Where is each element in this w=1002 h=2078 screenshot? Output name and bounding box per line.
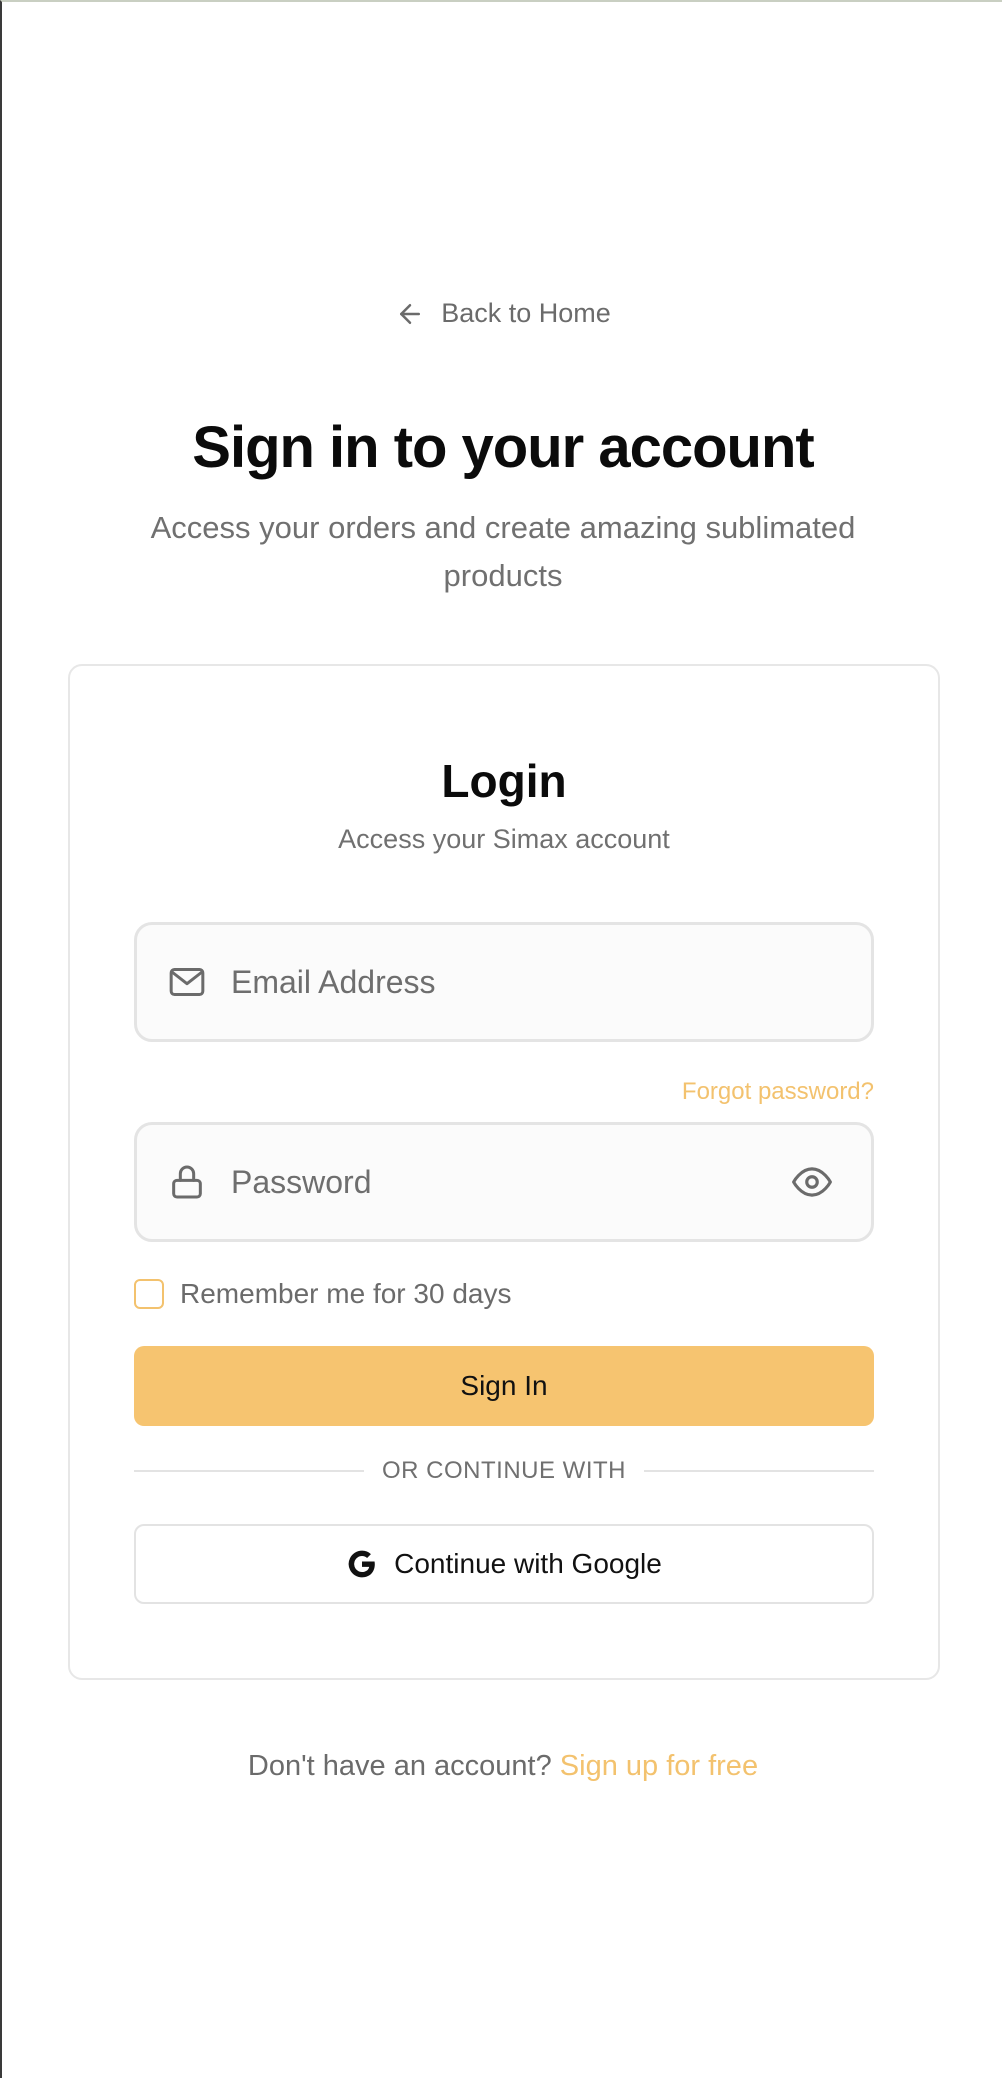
remember-me-checkbox[interactable]	[134, 1279, 164, 1309]
sign-up-link[interactable]: Sign up for free	[560, 1750, 758, 1782]
remember-me-label: Remember me for 30 days	[180, 1278, 512, 1309]
divider-line-left	[134, 1470, 365, 1472]
mail-icon	[169, 968, 205, 996]
forgot-password-link[interactable]: Forgot password?	[682, 1078, 874, 1106]
lock-icon	[172, 1165, 202, 1199]
back-to-home-label: Back to Home	[441, 298, 611, 328]
password-field[interactable]	[134, 1122, 874, 1242]
page-title: Sign in to your account	[192, 415, 814, 480]
page: Back to Home Sign in to your account Acc…	[0, 0, 1002, 2078]
page-subtitle: Access your orders and create amazing su…	[150, 510, 856, 593]
arrow-left-icon	[400, 303, 421, 324]
google-sign-in-button[interactable]: Continue with Google	[134, 1524, 874, 1604]
login-subtitle: Access your Simax account	[338, 824, 670, 854]
divider-label: OR CONTINUE WITH	[382, 1457, 626, 1484]
google-button-label: Continue with Google	[394, 1548, 662, 1579]
signup-prompt: Don't have an account? Sign up for free	[2, 1750, 1002, 1783]
remember-me-row: Remember me for 30 days	[134, 1278, 511, 1310]
divider-line-right	[644, 1470, 875, 1472]
eye-icon[interactable]	[791, 1161, 833, 1203]
login-card: Login Access your Simax account Forgot p…	[68, 664, 940, 1680]
signup-prompt-text: Don't have an account?	[247, 1750, 552, 1782]
back-to-home-link[interactable]: Back to Home	[2, 298, 1002, 329]
email-input[interactable]	[231, 925, 871, 1039]
sign-in-button[interactable]: Sign In	[134, 1346, 874, 1426]
email-field[interactable]	[134, 922, 874, 1042]
password-input[interactable]	[231, 1125, 779, 1239]
login-title: Login	[441, 755, 567, 807]
google-icon	[348, 1550, 375, 1578]
or-divider: OR CONTINUE WITH	[134, 1456, 875, 1486]
